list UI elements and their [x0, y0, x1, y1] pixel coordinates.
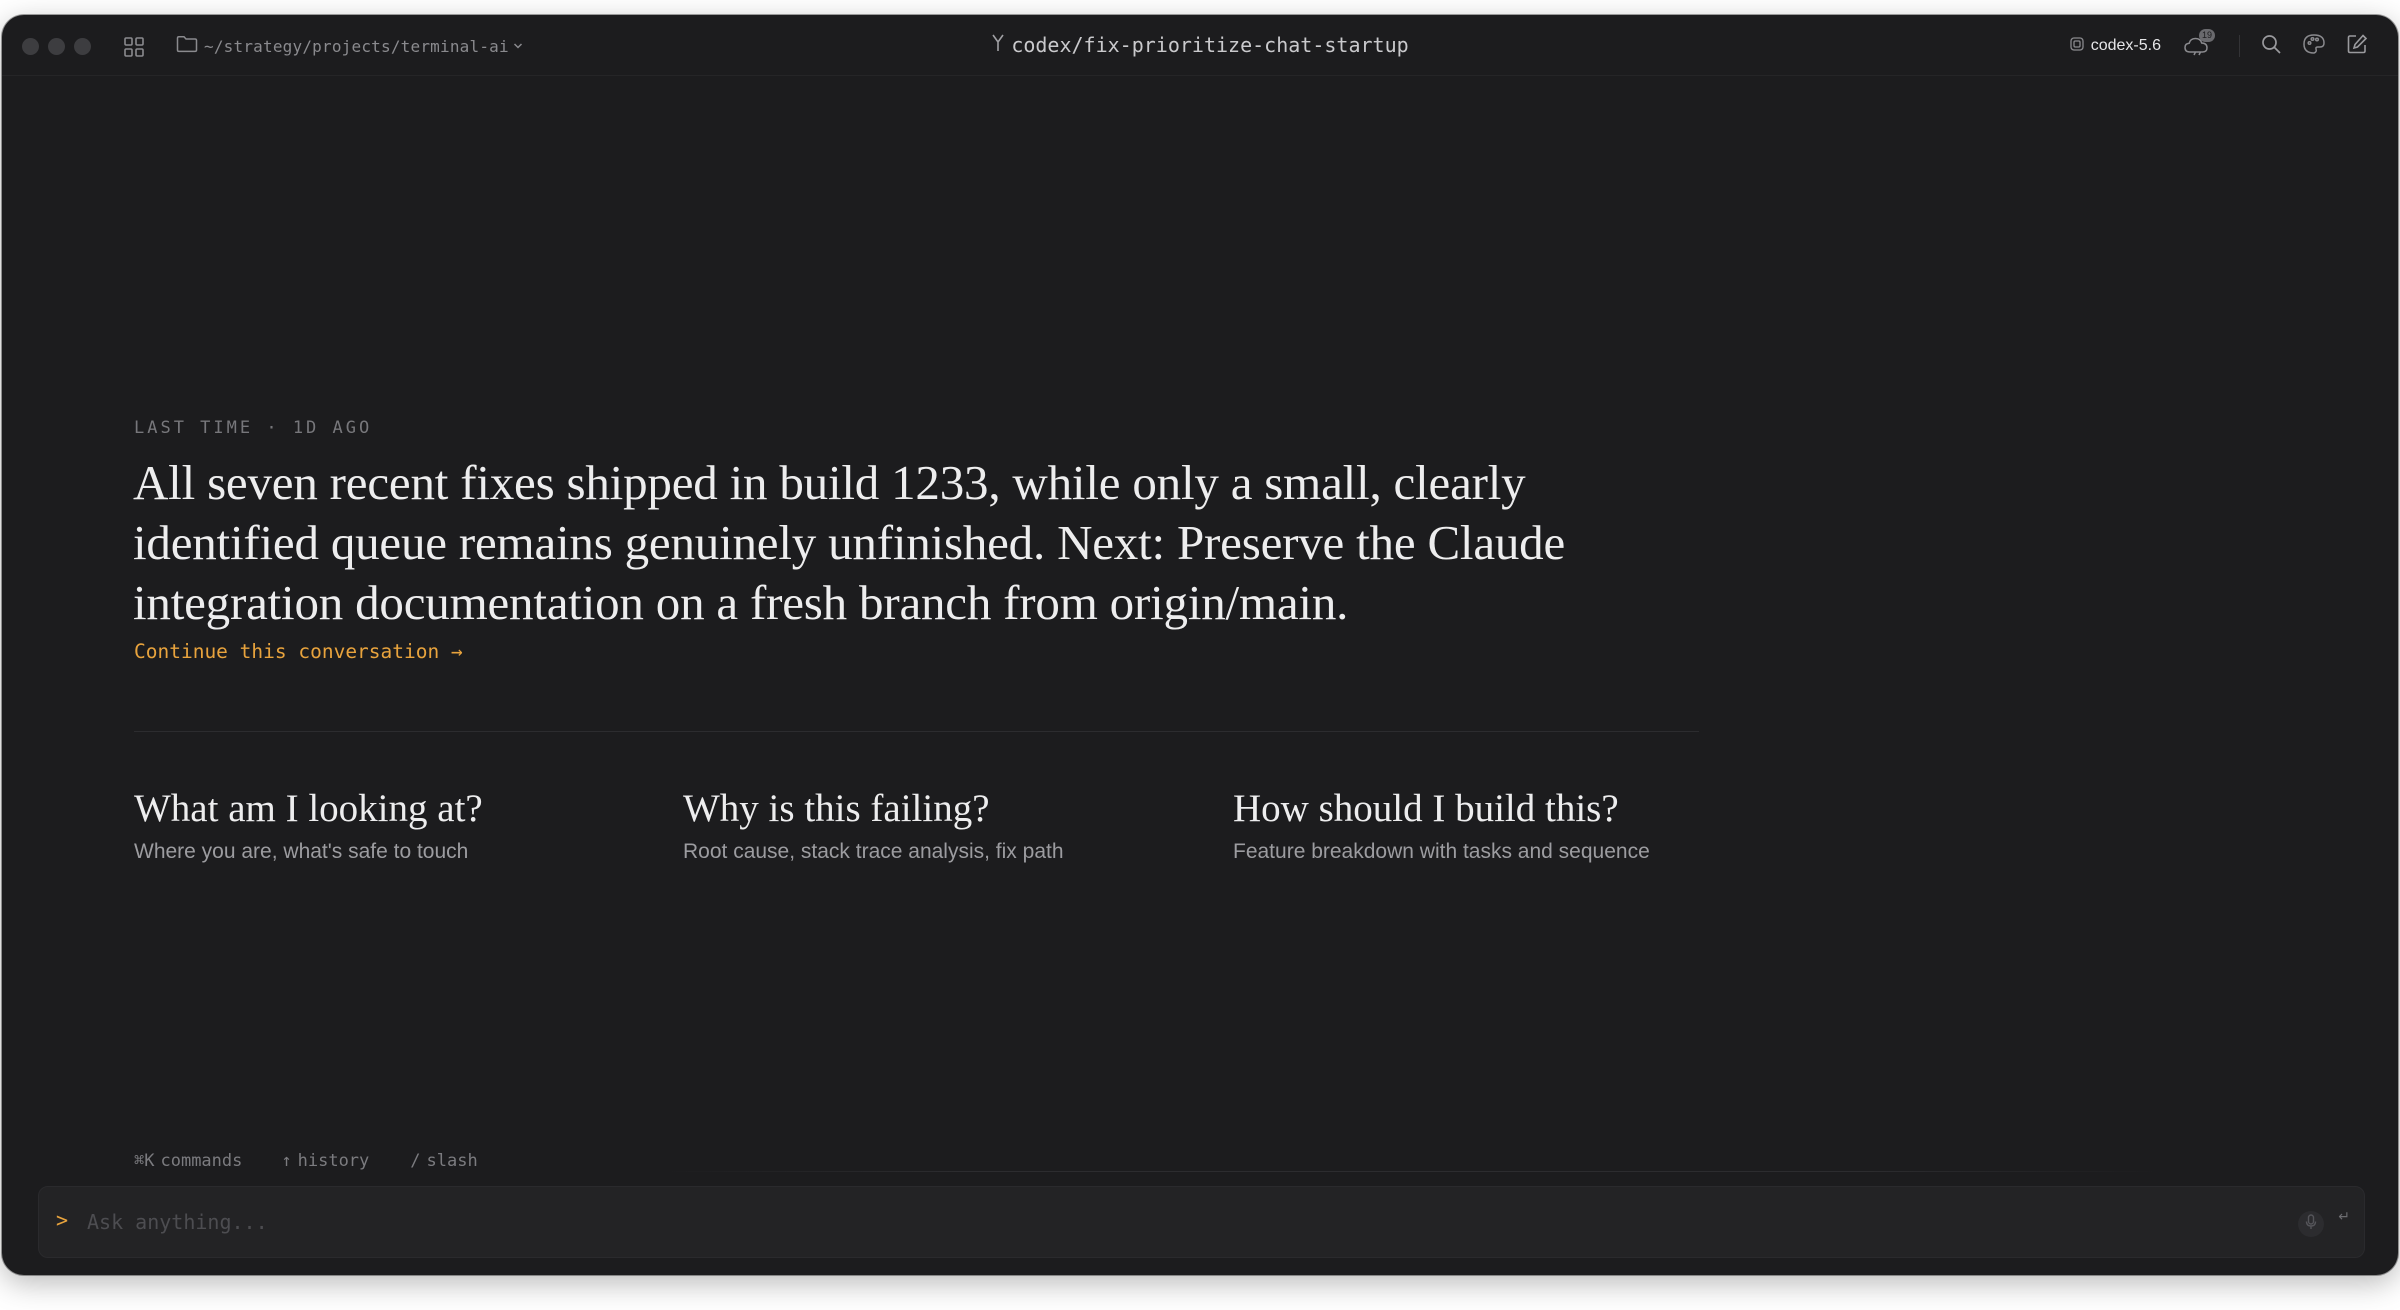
suggestion-card-build[interactable]: How should I build this? Feature breakdo… [1233, 785, 1753, 864]
slash-glyph: / [410, 1151, 421, 1171]
project-path-selector[interactable]: ~/strategy/projects/terminal-ai [176, 33, 529, 59]
palette-icon[interactable] [2302, 33, 2326, 60]
section-divider [134, 731, 1699, 732]
hint-slash[interactable]: / slash [410, 1151, 477, 1171]
command-key-glyph: ⌘K [134, 1151, 155, 1171]
project-path-label: ~/strategy/projects/terminal-ai [204, 36, 509, 56]
suggestion-card-debug[interactable]: Why is this failing? Root cause, stack t… [683, 785, 1203, 864]
model-chip-icon [2069, 36, 2091, 57]
arrow-up-glyph: ↑ [281, 1151, 292, 1171]
layout-grid-icon[interactable] [123, 36, 145, 58]
chevron-down-icon [513, 37, 529, 55]
hint-commands[interactable]: ⌘K commands [134, 1151, 242, 1171]
chat-input[interactable] [85, 1201, 2235, 1243]
hint-label: commands [160, 1151, 243, 1171]
zoom-window-button[interactable] [74, 38, 91, 55]
enter-key-glyph: ↵ [2338, 1209, 2350, 1225]
toolbar-divider [2239, 35, 2240, 57]
hint-history[interactable]: ↑ history [281, 1151, 369, 1171]
app-window: ~/strategy/projects/terminal-ai codex/fi… [2, 15, 2398, 1275]
compose-icon[interactable] [2346, 33, 2368, 60]
hints-divider [662, 1171, 2162, 1172]
model-name: codex-5.6 [2090, 37, 2161, 54]
title-bar: ~/strategy/projects/terminal-ai codex/fi… [2, 15, 2398, 76]
suggestion-title: What am I looking at? [134, 787, 483, 830]
last-session-kicker: LAST TIME · 1D AGO [134, 418, 373, 438]
keyboard-hints: ⌘K commands ↑ history / slash [134, 1151, 478, 1171]
chat-input-bar: > ↵ [38, 1186, 2365, 1258]
minimize-window-button[interactable] [48, 38, 65, 55]
branch-indicator[interactable]: codex/fix-prioritize-chat-startup [991, 33, 1409, 58]
suggestion-title: How should I build this? [1233, 787, 1619, 830]
model-selector[interactable]: codex-5.6 [2069, 36, 2161, 57]
last-session-summary: All seven recent fixes shipped in build … [133, 455, 1566, 630]
suggestion-description: Where you are, what's safe to touch [134, 840, 469, 863]
mic-button[interactable] [2298, 1211, 2324, 1237]
hint-label: history [297, 1151, 370, 1171]
mic-icon [2305, 1213, 2317, 1235]
branch-name: codex/fix-prioritize-chat-startup [1011, 33, 1409, 57]
cloud-count-badge: 19 [2199, 29, 2215, 42]
prompt-symbol: > [56, 1208, 69, 1232]
folder-icon [176, 35, 204, 58]
close-window-button[interactable] [22, 38, 39, 55]
cloud-sync-button[interactable]: 19 [2183, 29, 2215, 58]
hint-label: slash [426, 1151, 478, 1171]
continue-conversation-link[interactable]: Continue this conversation → [134, 640, 463, 663]
search-icon[interactable] [2260, 33, 2282, 60]
suggestion-card-orientation[interactable]: What am I looking at? Where you are, wha… [134, 785, 654, 864]
suggestion-description: Root cause, stack trace analysis, fix pa… [683, 840, 1064, 863]
branch-icon [991, 33, 1005, 58]
cloud-icon [2183, 37, 2211, 62]
toolbar-right: codex-5.6 19 [2069, 29, 2368, 61]
suggestion-title: Why is this failing? [683, 787, 990, 830]
suggestion-description: Feature breakdown with tasks and sequenc… [1233, 840, 1650, 863]
